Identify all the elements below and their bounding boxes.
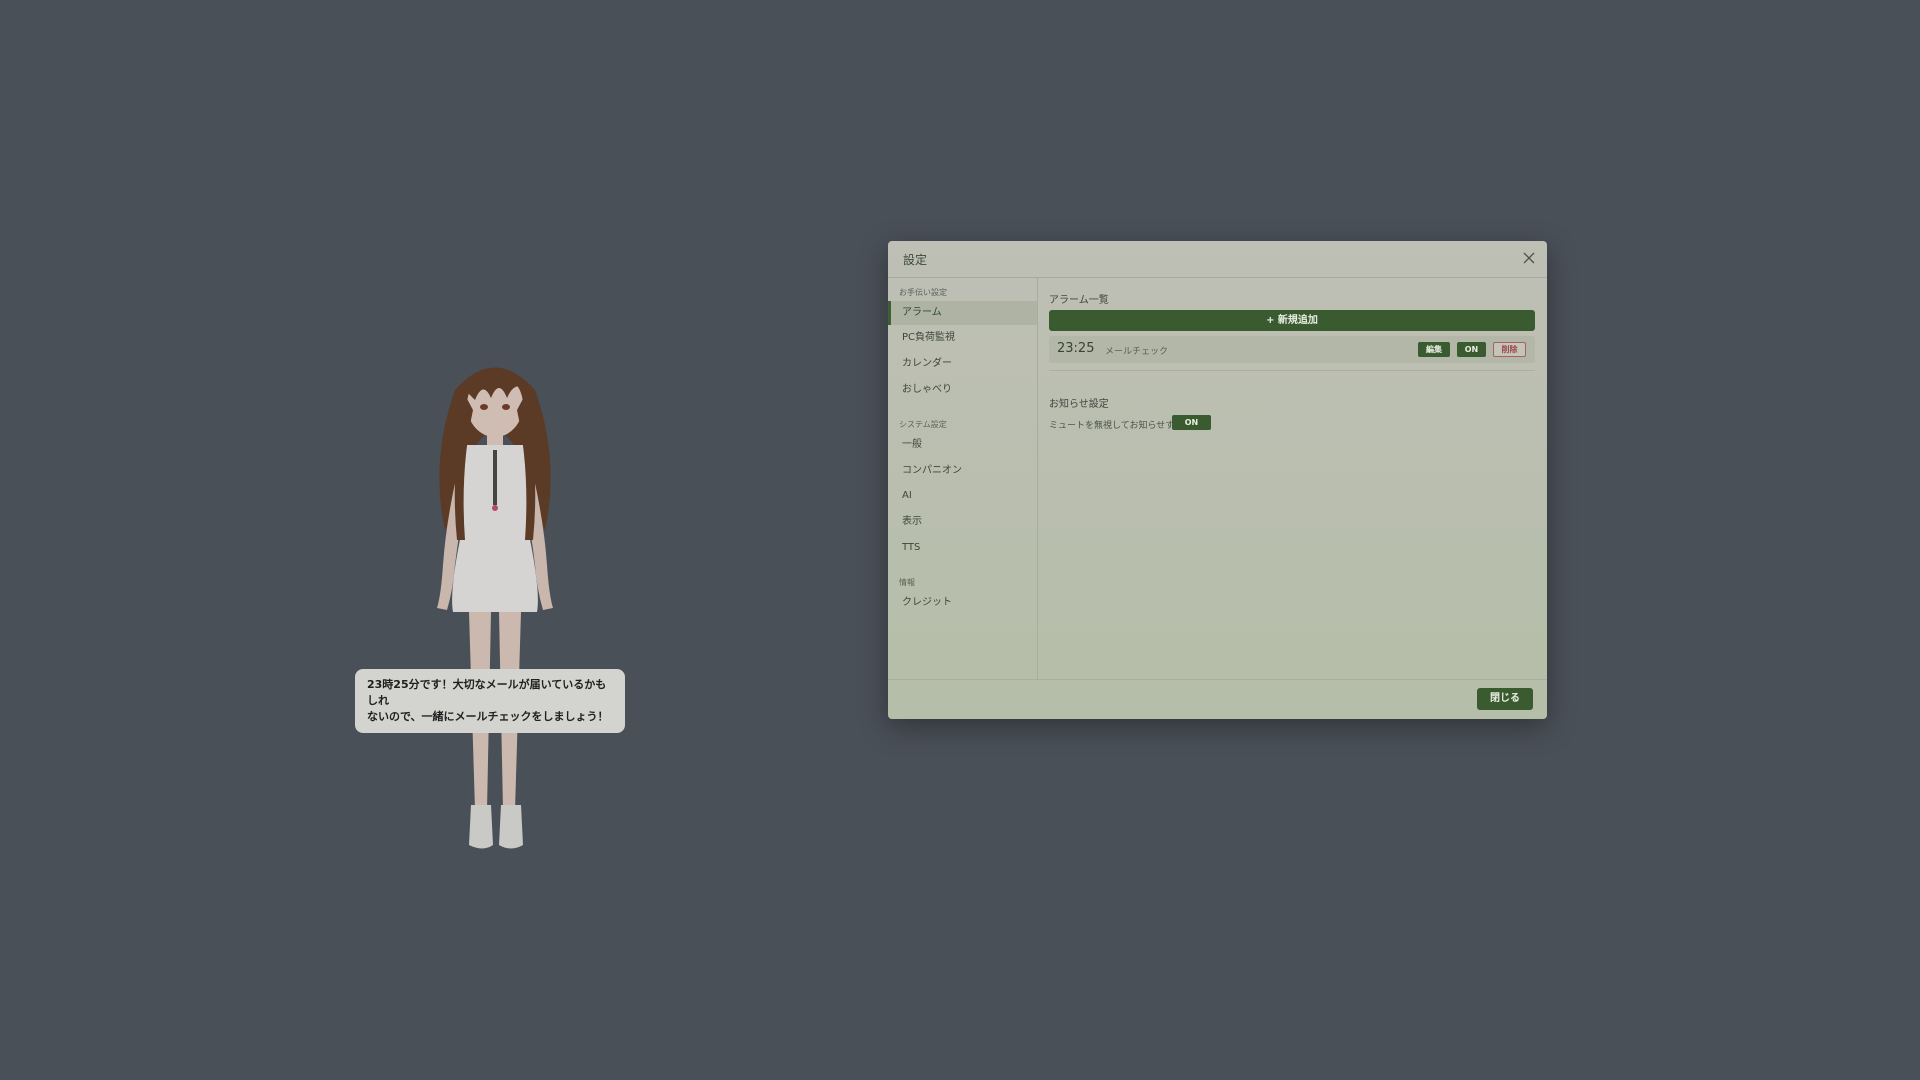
companion-character[interactable]	[395, 350, 595, 860]
alarm-label: メールチェック	[1105, 347, 1169, 357]
close-button[interactable]: 閉じる	[1477, 688, 1533, 710]
settings-content: アラーム一覧 + 新規追加 23:25 メールチェック 編集 ON 削除 お知ら…	[1038, 278, 1547, 679]
companion-speech-bubble: 23時25分です！大切なメールが届いているかもしれ ないので、一緒にメールチェッ…	[355, 669, 625, 733]
close-icon[interactable]	[1521, 250, 1537, 266]
edit-alarm-button[interactable]: 編集	[1418, 342, 1450, 357]
add-alarm-button[interactable]: + 新規追加	[1049, 310, 1535, 331]
section-divider	[1049, 370, 1535, 371]
sidebar-item-display[interactable]: 表示	[888, 510, 1037, 534]
alarm-list-heading: アラーム一覧	[1049, 295, 1109, 306]
sidebar-item-ai[interactable]: AI	[888, 484, 1037, 508]
sidebar-item-tts[interactable]: TTS	[888, 536, 1037, 560]
ignore-mute-label: ミュートを無視してお知らせする	[1049, 421, 1184, 431]
sidebar-item-general[interactable]: 一般	[888, 433, 1037, 457]
settings-sidebar: お手伝い設定 アラーム PC負荷監視 カレンダー おしゃべり システム設定 一般…	[888, 278, 1038, 679]
sidebar-section-info: 情報	[899, 578, 915, 587]
sidebar-section-system: システム設定	[899, 420, 947, 429]
settings-dialog: 設定 お手伝い設定 アラーム PC負荷監視 カレンダー おしゃべり システム設定…	[888, 241, 1547, 719]
sidebar-item-companion[interactable]: コンパニオン	[888, 459, 1037, 483]
dialog-footer: 閉じる	[888, 679, 1547, 719]
alarm-row: 23:25 メールチェック 編集 ON 削除	[1049, 336, 1535, 363]
alarm-time: 23:25	[1057, 341, 1095, 356]
sidebar-item-credits[interactable]: クレジット	[888, 591, 1037, 615]
sidebar-item-alarm[interactable]: アラーム	[888, 301, 1037, 325]
dialog-title: 設定	[903, 253, 928, 267]
desktop-stage: 23時25分です！大切なメールが届いているかもしれ ないので、一緒にメールチェッ…	[0, 0, 1920, 1080]
delete-alarm-button[interactable]: 削除	[1493, 342, 1526, 357]
dialog-header: 設定	[888, 241, 1547, 278]
ignore-mute-toggle[interactable]: ON	[1172, 415, 1211, 430]
sidebar-item-pc-monitor[interactable]: PC負荷監視	[888, 326, 1037, 350]
sidebar-item-calendar[interactable]: カレンダー	[888, 352, 1037, 376]
sidebar-item-chat[interactable]: おしゃべり	[888, 378, 1037, 402]
sidebar-section-assist: お手伝い設定	[899, 288, 947, 297]
notice-settings-heading: お知らせ設定	[1049, 399, 1109, 410]
alarm-toggle-button[interactable]: ON	[1457, 342, 1486, 357]
